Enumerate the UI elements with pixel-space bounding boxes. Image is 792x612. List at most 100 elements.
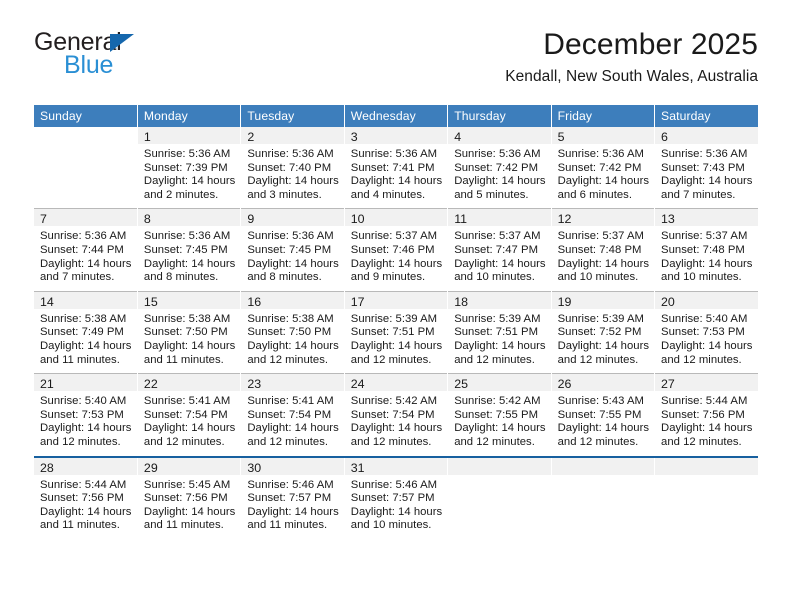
sunrise-time: Sunrise: 5:39 AM	[350, 312, 438, 325]
sunrise-time: Sunrise: 5:37 AM	[661, 230, 748, 243]
daylight-duration-line2: and 10 minutes.	[454, 271, 535, 284]
sunset-time: Sunset: 7:57 PM	[350, 492, 435, 505]
day-details: Sunrise: 5:39 AM Sunset: 7:51 PM Daylight:…	[345, 309, 447, 373]
calendar-day-cell[interactable]: 19 Sunrise: 5:39 AM Sunset: 7:52 PM Dayligh…	[551, 290, 656, 374]
day-details: Sunrise: 5:40 AM Sunset: 7:53 PM Daylight:…	[655, 309, 758, 373]
calendar-cell-empty	[34, 127, 138, 209]
day-number: 28	[34, 457, 137, 475]
day-details: Sunrise: 5:41 AM Sunset: 7:54 PM Daylight:…	[241, 391, 343, 455]
calendar-day-cell[interactable]: 23 Sunrise: 5:41 AM Sunset: 7:54 PM Dayligh…	[240, 373, 345, 457]
calendar-day-cell[interactable]: 5 Sunrise: 5:36 AM Sunset: 7:42 PM Daylight…	[551, 127, 656, 209]
day-number	[551, 457, 655, 475]
daylight-duration-line2: and 11 minutes.	[40, 353, 120, 366]
weekday-header-thursday: Thursday	[447, 105, 552, 127]
calendar-day-cell[interactable]: 16 Sunrise: 5:38 AM Sunset: 7:50 PM Dayligh…	[240, 290, 345, 374]
day-number: 24	[344, 374, 448, 392]
daylight-duration-line2: and 7 minutes.	[40, 271, 115, 284]
daylight-duration-line2: and 12 minutes.	[661, 435, 742, 448]
calendar-day-cell[interactable]: 18 Sunrise: 5:39 AM Sunset: 7:51 PM Dayligh…	[447, 290, 552, 374]
weekday-header-sunday: Sunday	[34, 105, 138, 127]
calendar-day-cell[interactable]: 7 Sunrise: 5:36 AM Sunset: 7:44 PM Daylight…	[34, 208, 138, 292]
calendar-day-cell[interactable]: 29 Sunrise: 5:45 AM Sunset: 7:56 PM Dayligh…	[137, 455, 242, 539]
daylight-duration-line2: and 4 minutes.	[350, 188, 426, 201]
page-header: General Blue December 2025 Kendall, New …	[34, 28, 758, 98]
sunrise-time: Sunrise: 5:37 AM	[454, 230, 541, 243]
sunrise-time: Sunrise: 5:45 AM	[143, 478, 231, 491]
weekday-header-saturday: Saturday	[654, 105, 758, 127]
day-details: Sunrise: 5:42 AM Sunset: 7:54 PM Daylight:…	[345, 391, 447, 455]
sunset-time: Sunset: 7:56 PM	[143, 492, 228, 505]
calendar-day-cell[interactable]: 24 Sunrise: 5:42 AM Sunset: 7:54 PM Dayligh…	[344, 373, 449, 457]
daylight-duration-line1: Daylight: 14 hours	[247, 175, 339, 188]
calendar-day-cell[interactable]: 11 Sunrise: 5:37 AM Sunset: 7:47 PM Dayligh…	[447, 208, 552, 292]
sunrise-time: Sunrise: 5:36 AM	[247, 230, 334, 243]
sunrise-time: Sunrise: 5:36 AM	[350, 148, 438, 160]
calendar-day-cell[interactable]: 1 Sunrise: 5:36 AM Sunset: 7:39 PM Daylight…	[137, 127, 242, 209]
daylight-duration-line1: Daylight: 14 hours	[247, 422, 339, 435]
day-details: Sunrise: 5:36 AM Sunset: 7:42 PM Daylight:…	[552, 144, 654, 208]
calendar-day-cell[interactable]: 10 Sunrise: 5:37 AM Sunset: 7:46 PM Dayligh…	[344, 208, 449, 292]
day-details: Sunrise: 5:40 AM Sunset: 7:53 PM Daylight:…	[34, 391, 137, 455]
day-number: 3	[344, 127, 448, 144]
calendar-day-cell[interactable]: 21 Sunrise: 5:40 AM Sunset: 7:53 PM Dayligh…	[34, 373, 138, 457]
day-number: 20	[655, 291, 758, 309]
sunrise-time: Sunrise: 5:42 AM	[454, 395, 541, 408]
calendar-day-cell[interactable]	[654, 455, 758, 539]
calendar-day-cell[interactable]: 2 Sunrise: 5:36 AM Sunset: 7:40 PM Daylight…	[240, 127, 345, 209]
calendar-day-cell[interactable]: 27 Sunrise: 5:44 AM Sunset: 7:56 PM Dayligh…	[654, 373, 758, 457]
day-details: Sunrise: 5:38 AM Sunset: 7:50 PM Daylight:…	[138, 309, 240, 373]
calendar-day-cell[interactable]: 3 Sunrise: 5:36 AM Sunset: 7:41 PM Daylight…	[344, 127, 449, 209]
calendar-day-cell[interactable]: 28 Sunrise: 5:44 AM Sunset: 7:56 PM Dayligh…	[34, 455, 138, 539]
calendar-day-cell[interactable]	[447, 455, 552, 539]
daylight-duration-line1: Daylight: 14 hours	[40, 505, 132, 518]
calendar-day-cell[interactable]: 14 Sunrise: 5:38 AM Sunset: 7:49 PM Dayligh…	[34, 290, 138, 374]
sunrise-time: Sunrise: 5:40 AM	[40, 395, 127, 408]
calendar-day-cell[interactable]: 9 Sunrise: 5:36 AM Sunset: 7:45 PM Daylight…	[240, 208, 345, 292]
calendar-day-cell[interactable]: 13 Sunrise: 5:37 AM Sunset: 7:48 PM Dayligh…	[654, 208, 758, 292]
day-number: 10	[344, 209, 448, 227]
calendar-day-cell[interactable]: 22 Sunrise: 5:41 AM Sunset: 7:54 PM Dayligh…	[137, 373, 242, 457]
calendar-day-cell[interactable]: 15 Sunrise: 5:38 AM Sunset: 7:50 PM Dayligh…	[137, 290, 242, 374]
daylight-duration-line1: Daylight: 14 hours	[40, 339, 132, 352]
daylight-duration-line1: Daylight: 14 hours	[557, 339, 650, 352]
day-details: Sunrise: 5:42 AM Sunset: 7:55 PM Daylight:…	[448, 391, 550, 455]
sunrise-time: Sunrise: 5:43 AM	[557, 395, 644, 408]
day-details: Sunrise: 5:41 AM Sunset: 7:54 PM Daylight:…	[138, 391, 240, 455]
sunrise-time: Sunrise: 5:44 AM	[40, 478, 127, 491]
calendar-day-cell[interactable]	[551, 455, 656, 539]
calendar-day-cell[interactable]: 17 Sunrise: 5:39 AM Sunset: 7:51 PM Dayligh…	[344, 290, 449, 374]
weekday-header-wednesday: Wednesday	[344, 105, 449, 127]
calendar-day-cell[interactable]: 20 Sunrise: 5:40 AM Sunset: 7:53 PM Dayligh…	[654, 290, 758, 374]
calendar-day-cell[interactable]: 25 Sunrise: 5:42 AM Sunset: 7:55 PM Dayligh…	[447, 373, 552, 457]
daylight-duration-line1: Daylight: 14 hours	[454, 175, 546, 188]
day-details: Sunrise: 5:36 AM Sunset: 7:39 PM Daylight:…	[138, 144, 240, 208]
calendar-day-cell[interactable]: 31 Sunrise: 5:46 AM Sunset: 7:57 PM Dayligh…	[344, 455, 449, 539]
calendar-day-cell[interactable]: 6 Sunrise: 5:36 AM Sunset: 7:43 PM Daylight…	[654, 127, 758, 209]
calendar-day-cell[interactable]: 26 Sunrise: 5:43 AM Sunset: 7:55 PM Dayligh…	[551, 373, 656, 457]
daylight-duration-line1: Daylight: 14 hours	[247, 257, 339, 270]
day-number: 16	[241, 291, 344, 309]
sunset-time: Sunset: 7:42 PM	[454, 161, 539, 174]
sunset-time: Sunset: 7:44 PM	[40, 243, 124, 256]
calendar-day-cell[interactable]: 12 Sunrise: 5:37 AM Sunset: 7:48 PM Dayligh…	[551, 208, 656, 292]
calendar-day-cell[interactable]: 30 Sunrise: 5:46 AM Sunset: 7:57 PM Dayligh…	[240, 455, 345, 539]
calendar-week-row: 7 Sunrise: 5:36 AM Sunset: 7:44 PM Daylight…	[34, 208, 758, 292]
sunrise-time: Sunrise: 5:41 AM	[143, 395, 231, 408]
title-block: December 2025 Kendall, New South Wales, …	[505, 28, 758, 85]
daylight-duration-line2: and 6 minutes.	[557, 188, 632, 201]
day-details: Sunrise: 5:37 AM Sunset: 7:46 PM Daylight:…	[345, 226, 447, 290]
sunset-time: Sunset: 7:57 PM	[247, 492, 332, 505]
calendar-day-cell[interactable]: 4 Sunrise: 5:36 AM Sunset: 7:42 PM Daylight…	[447, 127, 552, 209]
sunset-time: Sunset: 7:46 PM	[350, 243, 435, 256]
sunset-time: Sunset: 7:51 PM	[454, 326, 539, 339]
page-title: December 2025	[543, 28, 758, 61]
sunset-time: Sunset: 7:52 PM	[557, 326, 642, 339]
daylight-duration-line1: Daylight: 14 hours	[661, 257, 753, 270]
generalblue-logo: General Blue	[34, 30, 254, 92]
calendar-day-cell[interactable]: 8 Sunrise: 5:36 AM Sunset: 7:45 PM Daylight…	[137, 208, 242, 292]
logo-text-blue: Blue	[64, 51, 114, 79]
sunset-time: Sunset: 7:56 PM	[661, 408, 745, 421]
day-details: Sunrise: 5:36 AM Sunset: 7:40 PM Daylight:…	[241, 144, 343, 208]
daylight-duration-line2: and 12 minutes.	[350, 353, 432, 366]
daylight-duration-line2: and 12 minutes.	[247, 353, 329, 366]
